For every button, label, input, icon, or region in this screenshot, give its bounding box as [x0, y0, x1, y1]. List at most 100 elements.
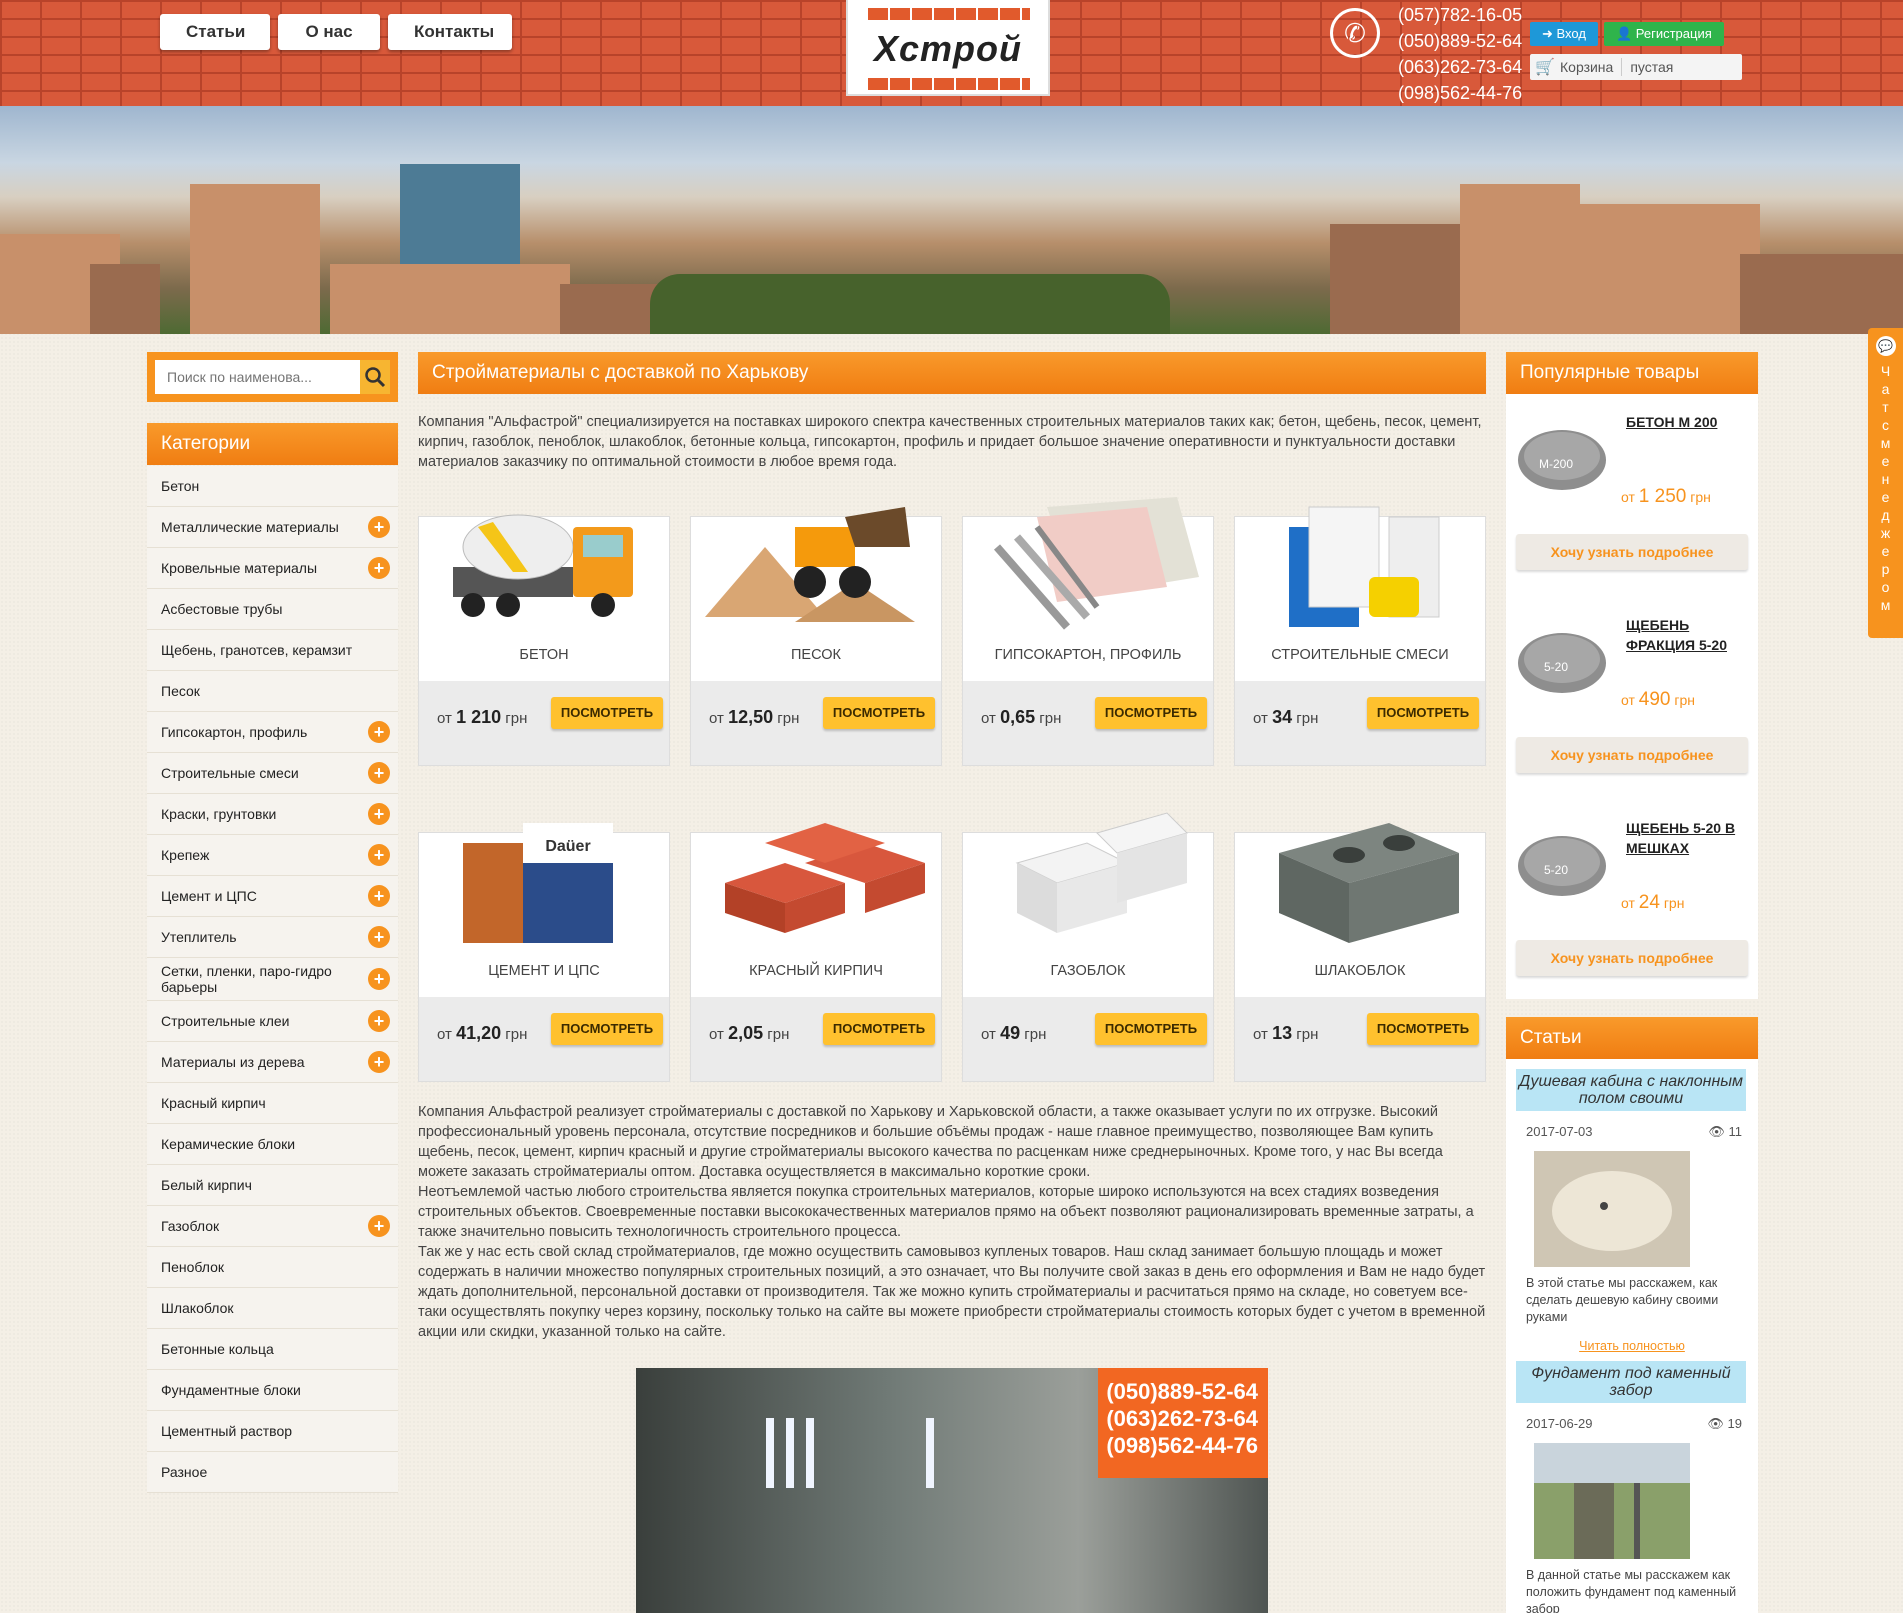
category-item[interactable]: Бетонные кольца: [147, 1329, 398, 1370]
article-image[interactable]: [1534, 1151, 1690, 1267]
phone-number[interactable]: (050)889-52-64: [1398, 28, 1522, 54]
price-prefix: от: [437, 1026, 452, 1043]
category-label: Сетки, пленки, паро-гидро барьеры: [161, 963, 332, 995]
search-button[interactable]: [360, 360, 390, 394]
category-item[interactable]: Сетки, пленки, паро-гидро барьеры +: [147, 958, 398, 1001]
chat-tab[interactable]: 💬 Чат с менеджером: [1868, 328, 1903, 638]
learn-more-button[interactable]: Хочу узнать подробнее: [1516, 940, 1748, 976]
expand-plus-icon[interactable]: +: [368, 557, 390, 579]
expand-plus-icon[interactable]: +: [368, 803, 390, 825]
category-item[interactable]: Пеноблок: [147, 1247, 398, 1288]
nav-about[interactable]: О нас: [278, 14, 380, 50]
category-item[interactable]: Фундаментные блоки: [147, 1370, 398, 1411]
expand-plus-icon[interactable]: +: [368, 885, 390, 907]
view-product-button[interactable]: ПОСМОТРЕТЬ: [1367, 697, 1479, 729]
category-item[interactable]: Цементный раствор: [147, 1411, 398, 1452]
chat-label: Чат с менеджером: [1880, 363, 1891, 613]
product-name: ГИПСОКАРТОН, ПРОФИЛЬ: [994, 647, 1182, 663]
category-item[interactable]: Материалы из дерева +: [147, 1042, 398, 1083]
gravel-thumbnail-icon[interactable]: 5-20: [1516, 822, 1608, 902]
product-card[interactable]: БЕТОН от 1 210 грн ПОСМОТРЕТЬ: [418, 514, 670, 766]
article-image[interactable]: [1534, 1443, 1690, 1559]
gravel-thumbnail-icon[interactable]: М-200: [1516, 416, 1608, 496]
eye-icon: 👁: [1707, 1416, 1728, 1431]
product-footer: от 13 грн ПОСМОТРЕТЬ: [1235, 997, 1485, 1081]
expand-plus-icon[interactable]: +: [368, 1010, 390, 1032]
popular-item-title[interactable]: БЕТОН М 200: [1626, 412, 1746, 432]
article-views: 👁 11: [1708, 1124, 1742, 1140]
views-count: 11: [1728, 1124, 1743, 1139]
category-item[interactable]: Металлические материалы +: [147, 507, 398, 548]
expand-plus-icon[interactable]: +: [368, 721, 390, 743]
expand-plus-icon[interactable]: +: [368, 926, 390, 948]
product-footer: от 41,20 грн ПОСМОТРЕТЬ: [419, 997, 669, 1081]
expand-plus-icon[interactable]: +: [368, 968, 390, 990]
gravel-thumbnail-icon[interactable]: 5-20: [1516, 619, 1608, 699]
category-item[interactable]: Керамические блоки: [147, 1124, 398, 1165]
view-product-button[interactable]: ПОСМОТРЕТЬ: [1367, 1013, 1479, 1045]
category-label: Краски, грунтовки: [161, 806, 277, 822]
nav-contacts[interactable]: Контакты: [388, 14, 512, 50]
phone-number[interactable]: (098)562-44-76: [1398, 80, 1522, 106]
cart-widget[interactable]: 🛒 Корзина пустая: [1530, 54, 1742, 80]
expand-plus-icon[interactable]: +: [368, 762, 390, 784]
phone-number[interactable]: (057)782-16-05: [1398, 2, 1522, 28]
product-card[interactable]: СТРОИТЕЛЬНЫЕ СМЕСИ от 34 грн ПОСМОТРЕТЬ: [1234, 506, 1486, 766]
phone-number[interactable]: (063)262-73-64: [1398, 54, 1522, 80]
view-product-button[interactable]: ПОСМОТРЕТЬ: [551, 697, 663, 729]
expand-plus-icon[interactable]: +: [368, 844, 390, 866]
category-item[interactable]: Утеплитель +: [147, 917, 398, 958]
category-item[interactable]: Разное: [147, 1452, 398, 1493]
category-label: Газоблок: [161, 1218, 220, 1234]
product-card[interactable]: КРАСНЫЙ КИРПИЧ от 2,05 грн ПОСМОТРЕТЬ: [690, 823, 942, 1082]
category-label: Бетонные кольца: [161, 1341, 274, 1357]
category-item[interactable]: Гипсокартон, профиль +: [147, 712, 398, 753]
category-item[interactable]: Бетон: [147, 466, 398, 507]
product-price: от 1 210 грн: [437, 707, 527, 728]
cart-status: пустая: [1630, 59, 1674, 75]
price-prefix: от: [1253, 1026, 1268, 1043]
logo-bricks-top: [866, 8, 1030, 20]
popular-item-title[interactable]: ЩЕБЕНЬ 5-20 В МЕШКАХ: [1626, 818, 1746, 858]
nav-articles[interactable]: Статьи: [160, 14, 270, 50]
category-item[interactable]: Белый кирпич: [147, 1165, 398, 1206]
product-card[interactable]: ГИПСОКАРТОН, ПРОФИЛЬ от 0,65 грн ПОСМОТРЕТ…: [962, 497, 1214, 766]
view-product-button[interactable]: ПОСМОТРЕТЬ: [823, 697, 935, 729]
read-more-link[interactable]: Читать полностью: [1506, 1339, 1758, 1353]
category-item[interactable]: Цемент и ЦПС +: [147, 876, 398, 917]
category-label: Крепеж: [161, 847, 210, 863]
learn-more-button[interactable]: Хочу узнать подробнее: [1516, 737, 1748, 773]
product-card[interactable]: ШЛАКОБЛОК от 13 грн ПОСМОТРЕТЬ: [1234, 823, 1486, 1082]
site-logo[interactable]: Хстрой: [846, 0, 1050, 96]
article-title[interactable]: Душевая кабина с наклонным полом своими: [1516, 1069, 1746, 1111]
register-button[interactable]: 👤 Регистрация: [1603, 22, 1724, 46]
category-item[interactable]: Крепеж +: [147, 835, 398, 876]
product-card[interactable]: ГАЗОБЛОК от 49 грн ПОСМОТРЕТЬ: [962, 812, 1214, 1082]
category-item[interactable]: Песок: [147, 671, 398, 712]
article-title[interactable]: Фундамент под каменный забор: [1516, 1361, 1746, 1403]
category-item[interactable]: Кровельные материалы +: [147, 548, 398, 589]
learn-more-button[interactable]: Хочу узнать подробнее: [1516, 534, 1748, 570]
view-product-button[interactable]: ПОСМОТРЕТЬ: [551, 1013, 663, 1045]
expand-plus-icon[interactable]: +: [368, 1051, 390, 1073]
category-item[interactable]: Шлакоблок: [147, 1288, 398, 1329]
category-item[interactable]: Щебень, гранотсев, керамзит: [147, 630, 398, 671]
category-item[interactable]: Асбестовые трубы: [147, 589, 398, 630]
view-product-button[interactable]: ПОСМОТРЕТЬ: [823, 1013, 935, 1045]
category-item[interactable]: Краски, грунтовки +: [147, 794, 398, 835]
product-footer: от 49 грн ПОСМОТРЕТЬ: [963, 997, 1213, 1081]
view-product-button[interactable]: ПОСМОТРЕТЬ: [1095, 1013, 1207, 1045]
sand-loader-icon: [705, 507, 915, 622]
view-product-button[interactable]: ПОСМОТРЕТЬ: [1095, 697, 1207, 729]
category-item[interactable]: Газоблок +: [147, 1206, 398, 1247]
popular-item-title[interactable]: ЩЕБЕНЬ ФРАКЦИЯ 5-20: [1626, 615, 1746, 655]
expand-plus-icon[interactable]: +: [368, 516, 390, 538]
search-input[interactable]: [155, 360, 360, 394]
expand-plus-icon[interactable]: +: [368, 1215, 390, 1237]
category-item[interactable]: Строительные смеси +: [147, 753, 398, 794]
category-item[interactable]: Красный кирпич: [147, 1083, 398, 1124]
category-item[interactable]: Строительные клеи +: [147, 1001, 398, 1042]
product-card[interactable]: Daüer ЦЕМЕНТ И ЦПС от 41,20 грн ПОСМОТРЕТЬ: [418, 823, 670, 1082]
login-button[interactable]: ➜ Вход: [1530, 22, 1598, 46]
product-card[interactable]: ПЕСОК от 12,50 грн ПОСМОТРЕТЬ: [690, 507, 942, 766]
